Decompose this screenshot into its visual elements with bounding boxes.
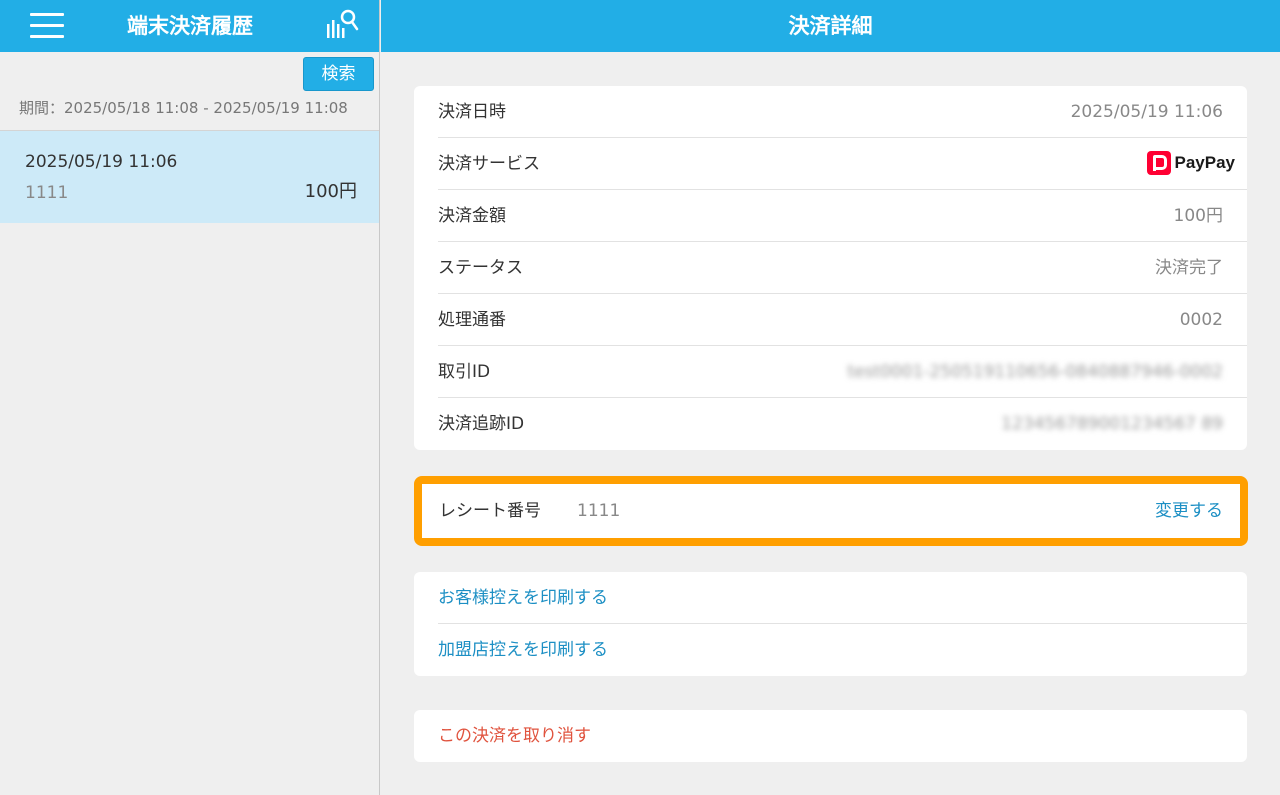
payment-detail-card: 決済日時 2025/05/19 11:06 決済サービス PayPay 決済金額…: [414, 86, 1247, 450]
paypay-icon: [1146, 151, 1171, 175]
detail-row-transaction-id: 取引ID test0001-250519110656-0840887946-00…: [438, 346, 1247, 398]
search-button[interactable]: 検索: [303, 57, 374, 91]
menu-icon[interactable]: [30, 12, 64, 40]
service-name: PayPay: [1174, 153, 1236, 172]
detail-row-service: 決済サービス PayPay: [438, 138, 1247, 190]
row-label: 決済金額: [438, 206, 506, 226]
row-label: 取引ID: [438, 362, 491, 382]
row-value: 0002: [1179, 310, 1223, 330]
change-receipt-button[interactable]: 変更する: [1155, 499, 1223, 523]
detail-title: 決済詳細: [788, 14, 873, 38]
search-filter-icon[interactable]: [322, 8, 362, 44]
print-card: お客様控えを印刷する 加盟店控えを印刷する: [414, 572, 1247, 676]
row-value: 100円: [1173, 206, 1223, 226]
detail-row-datetime: 決済日時 2025/05/19 11:06: [438, 86, 1247, 138]
row-label: 決済サービス: [438, 154, 540, 174]
detail-header: 決済詳細: [381, 0, 1280, 52]
print-merchant-row[interactable]: 加盟店控えを印刷する: [438, 624, 1247, 676]
paypay-logo: PayPay: [1146, 151, 1236, 175]
row-value: 決済完了: [1155, 258, 1223, 278]
row-value: 123456789001234567 89: [1001, 414, 1223, 434]
receipt-number-card: レシート番号 1111 変更する: [414, 476, 1248, 546]
row-value: 2025/05/19 11:06: [1070, 102, 1223, 122]
row-label: 決済追跡ID: [438, 414, 525, 434]
print-customer-row[interactable]: お客様控えを印刷する: [438, 572, 1247, 624]
cancel-card[interactable]: この決済を取り消す: [414, 710, 1247, 762]
print-customer-copy-link[interactable]: お客様控えを印刷する: [438, 586, 608, 610]
row-value: test0001-250519110656-0840887946-0002: [847, 362, 1223, 382]
history-item-receipt: 1111: [25, 183, 69, 203]
history-pane: 端末決済履歴 検索 期間：2025/05/18 11:08 - 2025/05/…: [0, 0, 380, 795]
print-merchant-copy-link[interactable]: 加盟店控えを印刷する: [438, 638, 608, 662]
history-list-item[interactable]: 2025/05/19 11:06 1111 100円: [0, 131, 379, 223]
detail-row-tracking-id: 決済追跡ID 123456789001234567 89: [438, 398, 1247, 450]
history-item-amount: 100円: [304, 181, 357, 202]
row-label: 決済日時: [438, 102, 506, 122]
row-label: ステータス: [438, 258, 523, 278]
detail-row-status: ステータス 決済完了: [438, 242, 1247, 294]
history-title: 端末決済履歴: [127, 14, 253, 38]
row-label: 処理通番: [438, 310, 506, 330]
history-header: 端末決済履歴: [0, 0, 379, 52]
cancel-payment-button[interactable]: この決済を取り消す: [438, 724, 591, 748]
period-range: 期間：2025/05/18 11:08 - 2025/05/19 11:08: [19, 99, 348, 117]
history-item-datetime: 2025/05/19 11:06: [25, 152, 178, 172]
receipt-number-label: レシート番号: [439, 501, 541, 521]
detail-row-amount: 決済金額 100円: [438, 190, 1247, 242]
detail-row-sequence: 処理通番 0002: [438, 294, 1247, 346]
receipt-number-value: 1111: [577, 501, 621, 521]
